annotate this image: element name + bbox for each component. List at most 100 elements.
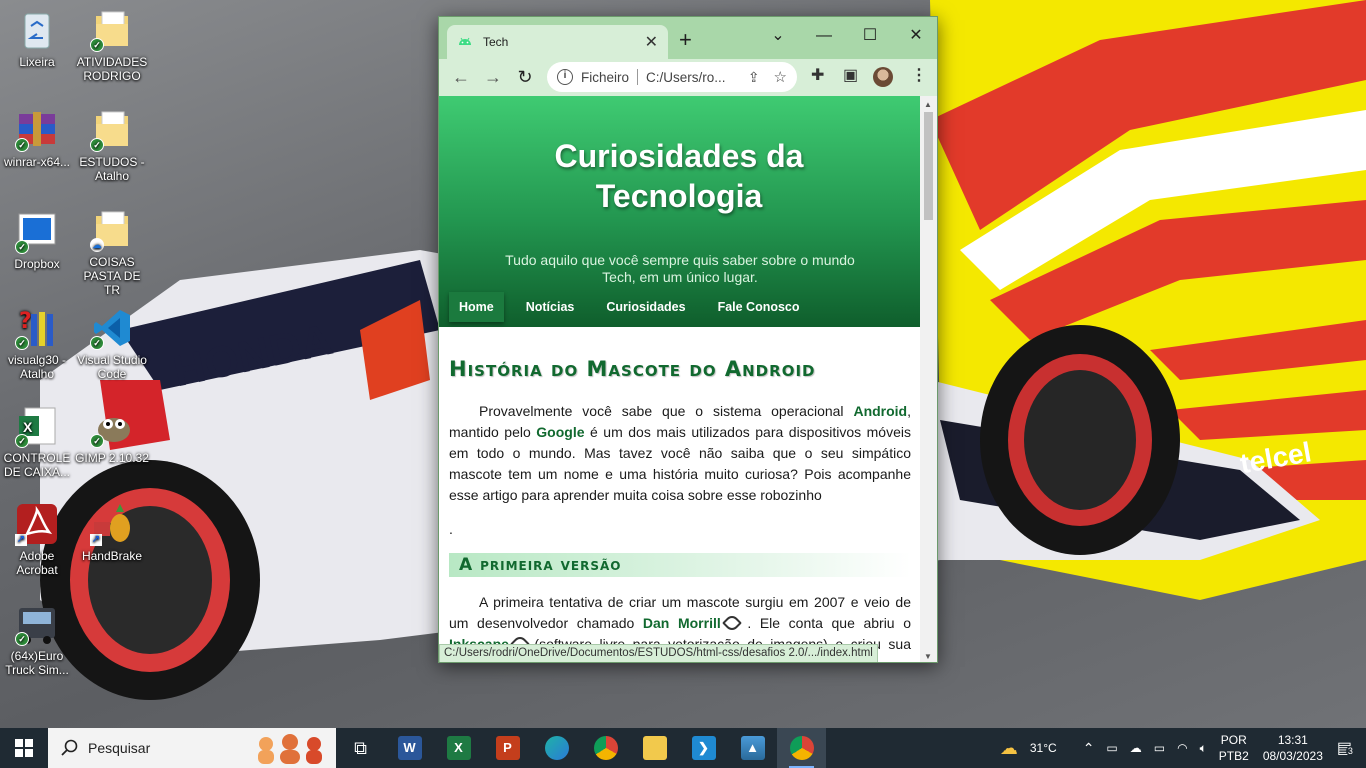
reload-button[interactable]: ↻	[509, 67, 541, 88]
battery-icon[interactable]: ▭	[1154, 741, 1165, 755]
windows-logo-icon	[15, 739, 33, 757]
taskbar-word[interactable]: W	[385, 728, 434, 768]
text: . Ele conta que abriu o	[738, 615, 911, 631]
tab-search-dropdown-icon[interactable]: ⌄	[755, 21, 801, 51]
desktop-icon-adobe-acrobat[interactable]: ↗ Adobe Acrobat	[0, 502, 74, 577]
desktop-icon-label: winrar-x64...	[3, 155, 71, 169]
folder-icon: ✓	[90, 8, 134, 52]
keyboard-layout: PTB2	[1218, 749, 1249, 763]
desktop-icon-dropbox[interactable]: ✓ Dropbox	[0, 210, 74, 271]
desktop-icon-handbrake[interactable]: ↗ HandBrake	[75, 502, 149, 563]
browser-tab[interactable]: Tech ✕	[447, 25, 668, 59]
clock-time: 13:31	[1277, 733, 1308, 747]
article-subheading: A primeira versão	[449, 553, 911, 577]
weather-temp[interactable]: 31°C	[1030, 741, 1057, 755]
desktop-icon-coisas-pasta[interactable]: ☁ COISAS PASTA DE TR	[75, 208, 149, 297]
nav-item-fale-conosco[interactable]: Fale Conosco	[708, 292, 810, 322]
desktop-icon-label: (64x)Euro Truck Sim...	[5, 649, 69, 677]
back-button[interactable]: ←	[445, 67, 477, 88]
page-scrollbar[interactable]: ▲ ▼	[920, 96, 937, 662]
profile-avatar[interactable]	[873, 67, 893, 87]
side-panel-icon[interactable]: ▣	[843, 65, 858, 85]
desktop-icon-label: Dropbox	[14, 257, 60, 271]
desktop-icon-gimp[interactable]: ✓ GIMP 2.10.32	[75, 404, 149, 465]
taskbar-photos[interactable]: ▲	[728, 728, 777, 768]
desktop-icon-label: ATIVIDADES RODRIGO	[76, 55, 148, 83]
nav-item-home[interactable]: Home	[449, 292, 504, 322]
taskbar: Pesquisar ⧉ W X P ❯ ▲ ☁ 31°C ⌃ ▭ ☁ ▭ ◠ 🔈…	[0, 728, 1366, 768]
notification-center-icon[interactable]: ▤ 3	[1337, 738, 1355, 758]
article-heading: História do Mascote do Android	[449, 357, 816, 381]
input-language[interactable]: POR PTB2	[1219, 732, 1249, 764]
search-highlight-illustration	[258, 734, 322, 764]
nav-item-curiosidades[interactable]: Curiosidades	[596, 292, 695, 322]
desktop-icon-label: GIMP 2.10.32	[75, 451, 149, 465]
meet-icon[interactable]: ▭	[1106, 741, 1117, 755]
taskbar-edge[interactable]	[532, 728, 581, 768]
taskbar-vscode[interactable]: ❯	[679, 728, 728, 768]
close-window-button[interactable]: ✕	[893, 21, 937, 51]
desktop-icon-vscode[interactable]: ✓ Visual Studio Code	[75, 306, 149, 381]
desktop-icon-label: COISAS PASTA DE TR	[83, 255, 141, 297]
taskbar-excel[interactable]: X	[434, 728, 483, 768]
language-code: POR	[1220, 733, 1247, 747]
wifi-icon[interactable]: ◠	[1177, 741, 1187, 755]
address-bar[interactable]: i Ficheiro C:/Users/ro... ⇪ ☆	[547, 62, 797, 92]
taskbar-chrome-active[interactable]	[777, 728, 826, 768]
link-dan-morrill[interactable]: Dan Morrill	[643, 615, 721, 631]
start-button[interactable]	[0, 728, 48, 768]
extensions-icon[interactable]: ✚	[811, 65, 824, 85]
android-icon	[459, 37, 471, 45]
edge-icon	[544, 736, 569, 760]
desktop-icon-winrar[interactable]: ✓ winrar-x64...	[0, 108, 74, 169]
text: Provavelmente você sabe que o sistema op…	[479, 403, 854, 419]
bookmark-star-icon[interactable]: ☆	[774, 68, 787, 86]
new-tab-button[interactable]: +	[679, 29, 692, 51]
nav-item-noticias[interactable]: Notícias	[516, 292, 585, 322]
sync-check-icon: ✓	[90, 38, 104, 52]
svg-text:X: X	[23, 419, 33, 435]
forward-button[interactable]: →	[477, 67, 509, 88]
folder-icon: ✓	[90, 108, 134, 152]
desktop-icon-atividades-rodrigo[interactable]: ✓ ATIVIDADES RODRIGO	[75, 8, 149, 83]
scrollbar-thumb[interactable]	[924, 112, 933, 220]
onedrive-cloud-icon[interactable]: ☁	[1130, 741, 1142, 755]
chrome-icon	[593, 736, 618, 760]
site-subtitle: Tudo aquilo que você sempre quis saber s…	[505, 252, 855, 285]
sync-check-icon: ✓	[15, 138, 29, 152]
photos-icon: ▲	[740, 736, 765, 760]
taskbar-search[interactable]: Pesquisar	[48, 728, 336, 768]
volume-icon[interactable]: 🔈︎	[1200, 741, 1207, 756]
tab-title: Tech	[483, 35, 509, 49]
article-paragraph: Provavelmente você sabe que o sistema op…	[449, 401, 911, 506]
minimize-button[interactable]: —	[801, 21, 847, 51]
clock[interactable]: 13:31 08/03/2023	[1263, 732, 1323, 764]
scroll-up-arrow-icon[interactable]: ▲	[924, 100, 932, 109]
maximize-button[interactable]: ☐	[847, 21, 893, 51]
menu-kebab-icon[interactable]: ⋮	[911, 65, 927, 85]
desktop-icon-estudos[interactable]: ✓ ESTUDOS - Atalho	[75, 108, 149, 183]
scroll-down-arrow-icon[interactable]: ▼	[924, 652, 932, 661]
dropbox-icon: ✓	[15, 210, 59, 254]
taskbar-powerpoint[interactable]: P	[483, 728, 532, 768]
desktop-icon-visualg[interactable]: ? ✓ visualg30 - Atalho	[0, 306, 74, 381]
taskbar-chrome[interactable]	[581, 728, 630, 768]
tab-close-icon[interactable]: ✕	[645, 32, 658, 52]
sync-check-icon: ✓	[90, 336, 104, 350]
excel-icon: X	[446, 736, 471, 760]
desktop-icon-label: Visual Studio Code	[77, 353, 147, 381]
taskbar-task-view[interactable]: ⧉	[336, 728, 385, 768]
site-info-icon[interactable]: i	[557, 69, 573, 85]
browser-toolbar: ← → ↻ i Ficheiro C:/Users/ro... ⇪ ☆ ✚ ▣ …	[439, 59, 937, 96]
desktop-icon-controle-caixa[interactable]: X ✓ CONTROLE DE CAIXA...	[0, 404, 74, 479]
task-view-icon: ⧉	[354, 737, 367, 758]
chevron-up-icon[interactable]: ⌃	[1083, 740, 1095, 757]
cloud-icon: ☁	[90, 238, 104, 252]
desktop-icon-euro-truck[interactable]: ✓ (64x)Euro Truck Sim...	[0, 602, 74, 677]
weather-icon[interactable]: ☁	[1000, 738, 1018, 759]
keyword-android: Android	[853, 403, 908, 419]
taskbar-file-explorer[interactable]	[630, 728, 679, 768]
share-icon[interactable]: ⇪	[748, 69, 760, 86]
desktop-icon-recycle-bin[interactable]: Lixeira	[0, 8, 74, 69]
desktop-icon-label: HandBrake	[81, 549, 143, 563]
